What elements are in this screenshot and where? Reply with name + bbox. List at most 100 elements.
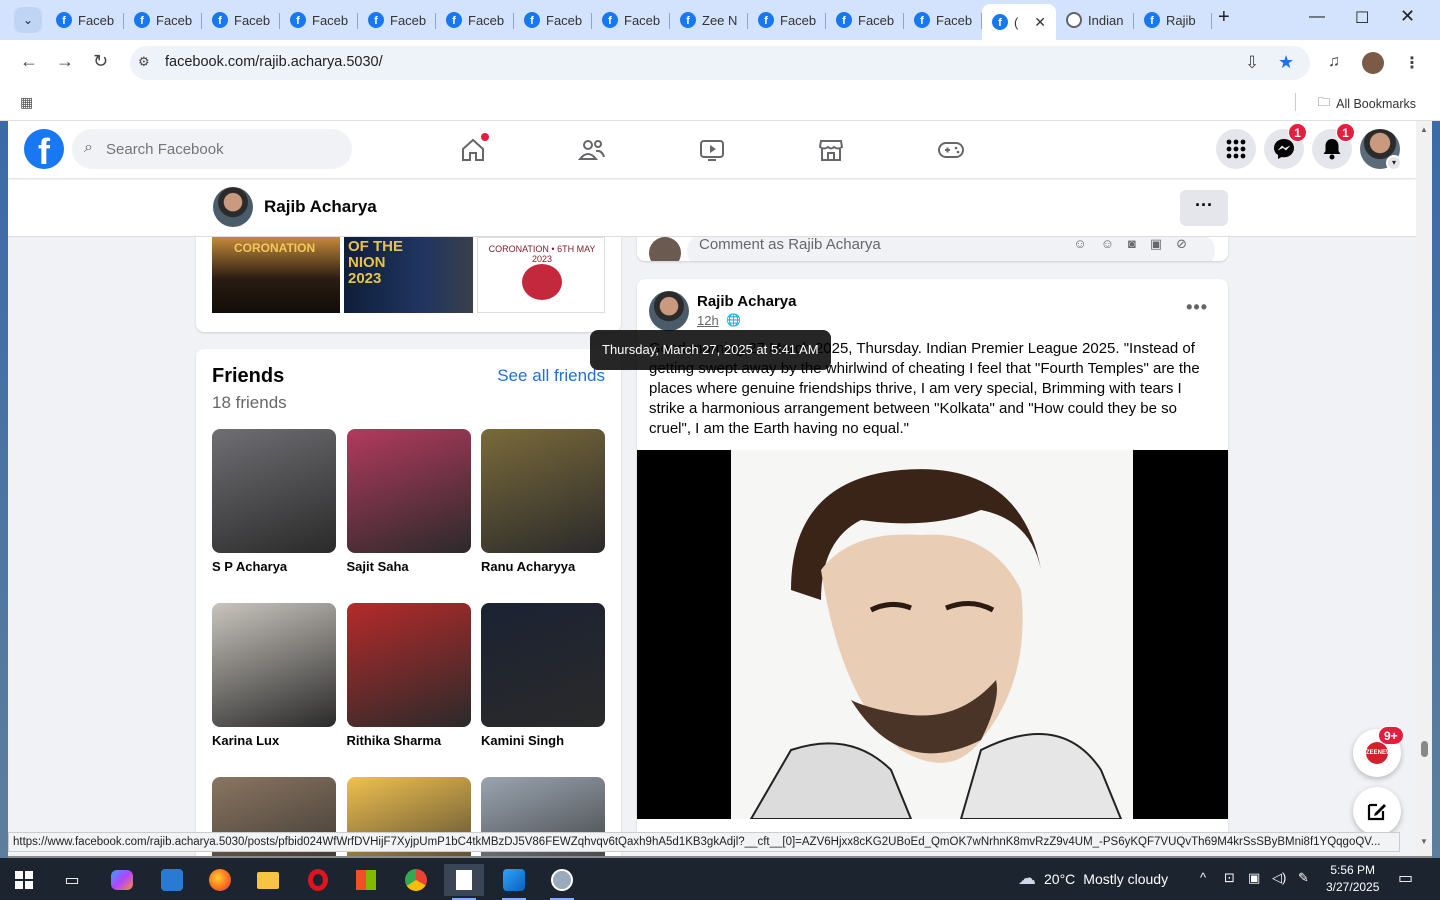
- browser-menu-icon[interactable]: ⋮: [1404, 53, 1420, 73]
- browser-tab[interactable]: f (✕: [982, 4, 1056, 40]
- weather-widget[interactable]: ☁ 20°C Mostly cloudy: [1018, 868, 1168, 889]
- friend-photo[interactable]: [346, 429, 471, 553]
- browser-tab[interactable]: f Faceb: [436, 6, 514, 34]
- address-bar[interactable]: ⚙ facebook.com/rajib.acharya.5030/ ⇩ ★: [130, 46, 1310, 80]
- scrollbar-thumb[interactable]: [1421, 741, 1428, 757]
- friend-photo[interactable]: [481, 429, 605, 553]
- post-author-name[interactable]: Rajib Acharya: [697, 293, 797, 310]
- friend-name[interactable]: S P Acharya: [212, 559, 336, 574]
- pen-icon[interactable]: ✎: [1298, 870, 1309, 886]
- friend-tile[interactable]: Rithika Sharma: [346, 603, 471, 748]
- notification-center-icon[interactable]: ▭: [1398, 868, 1413, 888]
- menu-grid-button[interactable]: [1216, 129, 1256, 169]
- back-button[interactable]: ←: [20, 51, 38, 72]
- comment-input[interactable]: Comment as Rajib Acharya ☺☺◙▣⊘: [687, 233, 1215, 261]
- post-image[interactable]: [637, 450, 1228, 820]
- app-icon-blue[interactable]: [152, 864, 192, 896]
- see-all-friends-link[interactable]: See all friends: [497, 366, 605, 386]
- photo-thumbnail[interactable]: OF THE NION 2023: [344, 237, 473, 313]
- start-button[interactable]: [4, 864, 44, 896]
- new-message-button[interactable]: [1353, 787, 1401, 835]
- facebook-logo[interactable]: f: [24, 129, 64, 169]
- apps-grid-icon[interactable]: ▦: [20, 94, 33, 111]
- video-icon[interactable]: [695, 133, 729, 167]
- volume-icon[interactable]: ◁): [1272, 870, 1286, 886]
- onedrive-icon[interactable]: ⊡: [1224, 870, 1235, 886]
- browser-tab[interactable]: f Faceb: [280, 6, 358, 34]
- page-scrollbar[interactable]: ▲ ▼: [1416, 121, 1432, 856]
- bookmark-star-icon[interactable]: ★: [1278, 52, 1294, 73]
- close-tab-icon[interactable]: ✕: [1034, 14, 1046, 31]
- profile-avatar[interactable]: [213, 187, 253, 227]
- tab-search-button[interactable]: ⌄: [14, 7, 42, 33]
- browser-tab[interactable]: f Faceb: [124, 6, 202, 34]
- browser-tab[interactable]: f Faceb: [826, 6, 904, 34]
- friend-name[interactable]: Karina Lux: [212, 733, 336, 748]
- photos-icon[interactable]: [494, 864, 534, 900]
- browser-tab[interactable]: f Faceb: [592, 6, 670, 34]
- system-clock[interactable]: 5:56 PM 3/27/2025: [1326, 862, 1379, 896]
- browser-tab[interactable]: f Faceb: [358, 6, 436, 34]
- chevron-down-icon[interactable]: ▾: [1386, 155, 1402, 171]
- all-bookmarks-button[interactable]: 🗀 All Bookmarks: [1318, 93, 1416, 114]
- minimize-button[interactable]: —: [1309, 8, 1325, 26]
- comment-tools-icons[interactable]: ☺☺◙▣⊘: [1073, 236, 1201, 252]
- notepad-icon[interactable]: [444, 864, 484, 900]
- photo-thumbnail[interactable]: CORONATION: [212, 237, 340, 313]
- browser-profile-avatar[interactable]: [1362, 52, 1384, 74]
- friend-photo[interactable]: [212, 603, 336, 727]
- install-app-icon[interactable]: ⇩: [1245, 53, 1259, 73]
- post-timestamp[interactable]: 12h: [697, 313, 719, 328]
- friend-photo[interactable]: [212, 429, 336, 553]
- browser-tab[interactable]: f Faceb: [514, 6, 592, 34]
- friend-photo[interactable]: [481, 603, 605, 727]
- firefox-icon[interactable]: [200, 864, 240, 896]
- browser-tab[interactable]: f Faceb: [904, 6, 982, 34]
- friends-icon[interactable]: [575, 133, 609, 167]
- photo-thumbnail[interactable]: CORONATION • 6TH MAY 2023: [477, 237, 605, 313]
- site-info-icon[interactable]: ⚙: [138, 54, 150, 70]
- scroll-down-icon[interactable]: ▼: [1420, 837, 1428, 846]
- friend-name[interactable]: Sajit Saha: [347, 559, 471, 574]
- close-window-button[interactable]: ✕: [1400, 6, 1415, 27]
- friend-tile[interactable]: S P Acharya: [212, 429, 336, 574]
- url-text[interactable]: facebook.com/rajib.acharya.5030/: [165, 54, 383, 70]
- friend-name[interactable]: Rithika Sharma: [347, 733, 471, 748]
- friend-name[interactable]: Kamini Singh: [481, 733, 605, 748]
- browser-tab[interactable]: f Faceb: [46, 6, 124, 34]
- opera-icon[interactable]: [298, 864, 338, 896]
- browser-tab[interactable]: Indian: [1056, 6, 1134, 34]
- friend-tile[interactable]: Ranu Acharyya: [481, 429, 605, 574]
- media-control-icon[interactable]: ♫: [1328, 53, 1340, 71]
- search-input[interactable]: [106, 129, 346, 169]
- chrome-icon[interactable]: [396, 864, 436, 896]
- copilot-icon[interactable]: [102, 864, 142, 896]
- more-options-button[interactable]: ···: [1180, 190, 1228, 226]
- marketplace-icon[interactable]: [814, 133, 848, 167]
- reload-button[interactable]: ↻: [93, 51, 108, 72]
- friend-name[interactable]: Ranu Acharyya: [481, 559, 605, 574]
- search-box[interactable]: ⌕: [72, 129, 352, 169]
- file-explorer-icon[interactable]: [248, 864, 288, 896]
- friend-photo[interactable]: [346, 603, 471, 727]
- chrome-profile-icon[interactable]: [542, 864, 582, 900]
- browser-tab[interactable]: f Faceb: [202, 6, 280, 34]
- microsoft-store-icon[interactable]: [346, 864, 386, 896]
- browser-tab[interactable]: f Zee N: [670, 6, 748, 34]
- task-view-button[interactable]: ▭: [52, 864, 92, 896]
- browser-tab[interactable]: f Faceb: [748, 6, 826, 34]
- friend-tile[interactable]: Sajit Saha: [346, 429, 471, 574]
- chevron-up-icon[interactable]: ^: [1200, 870, 1206, 885]
- network-icon[interactable]: ▣: [1248, 870, 1260, 886]
- profile-name[interactable]: Rajib Acharya: [264, 197, 377, 217]
- forward-button[interactable]: →: [56, 51, 74, 72]
- scroll-up-icon[interactable]: ▲: [1420, 125, 1428, 134]
- maximize-button[interactable]: ☐: [1355, 8, 1369, 28]
- post-author-avatar[interactable]: [649, 291, 689, 331]
- post-options-icon[interactable]: •••: [1186, 297, 1208, 318]
- browser-tab[interactable]: f Rajib: [1134, 6, 1212, 34]
- friend-tile[interactable]: Kamini Singh: [481, 603, 605, 748]
- friend-tile[interactable]: Karina Lux: [212, 603, 336, 748]
- gaming-icon[interactable]: [934, 133, 968, 167]
- new-tab-button[interactable]: +: [1218, 6, 1230, 29]
